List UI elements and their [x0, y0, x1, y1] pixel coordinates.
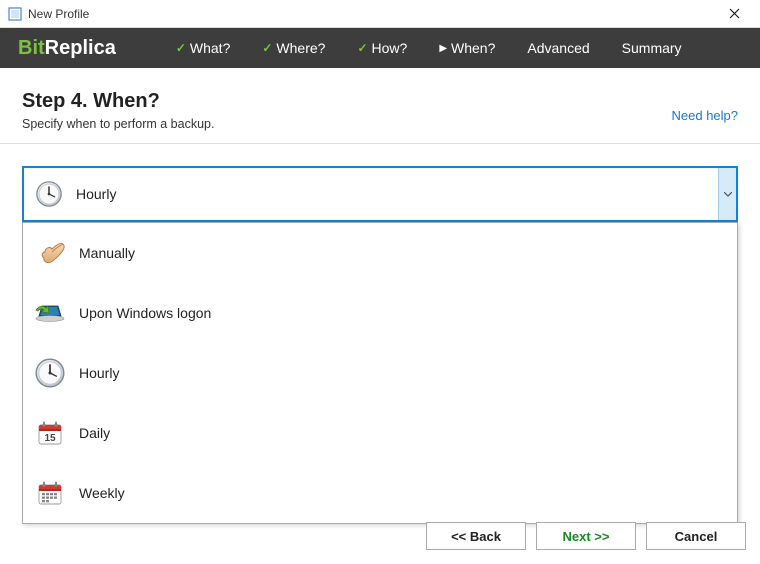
title-bar-left: New Profile	[8, 7, 89, 21]
option-label: Upon Windows logon	[79, 305, 211, 321]
schedule-combobox[interactable]: Hourly	[22, 166, 738, 222]
arrow-right-icon: ▶	[439, 43, 447, 54]
option-label: Weekly	[79, 485, 125, 501]
option-logon[interactable]: Upon Windows logon	[23, 283, 737, 343]
option-weekly[interactable]: Weekly	[23, 463, 737, 523]
step-title: Step 4. When?	[22, 90, 738, 113]
nav-label: What?	[190, 40, 230, 56]
clock-icon	[34, 179, 64, 209]
nav-label: When?	[451, 40, 495, 56]
nav-label: Where?	[276, 40, 325, 56]
logo-bit: Bit	[18, 37, 45, 59]
check-icon: ✓	[176, 41, 186, 55]
nav-label: Summary	[622, 40, 682, 56]
nav-where[interactable]: ✓ Where?	[250, 32, 337, 64]
chevron-down-icon[interactable]	[718, 168, 736, 220]
next-button[interactable]: Next >>	[536, 522, 636, 550]
nav-summary[interactable]: Summary	[610, 32, 694, 64]
schedule-dropdown-list: Manually Upon Windows logon	[22, 222, 738, 524]
combo-selected-label: Hourly	[76, 186, 116, 202]
nav-advanced[interactable]: Advanced	[515, 32, 601, 64]
close-button[interactable]	[716, 2, 752, 26]
step-header: Step 4. When? Specify when to perform a …	[0, 68, 760, 144]
app-icon	[8, 7, 22, 21]
nav-what[interactable]: ✓ What?	[164, 32, 243, 64]
step-subtitle: Specify when to perform a backup.	[22, 117, 738, 131]
option-daily[interactable]: 15 Daily	[23, 403, 737, 463]
option-manually[interactable]: Manually	[23, 223, 737, 283]
calendar-week-icon	[33, 476, 67, 510]
check-icon: ✓	[262, 41, 272, 55]
check-icon: ✓	[357, 41, 367, 55]
hand-point-icon	[33, 236, 67, 270]
window-title: New Profile	[28, 7, 89, 21]
option-label: Manually	[79, 245, 135, 261]
nav-when[interactable]: ▶ When?	[427, 32, 507, 64]
nav-how[interactable]: ✓ How?	[345, 32, 419, 64]
nav-label: How?	[372, 40, 408, 56]
title-bar: New Profile	[0, 0, 760, 28]
cancel-button[interactable]: Cancel	[646, 522, 746, 550]
svg-text:15: 15	[44, 433, 56, 444]
option-label: Daily	[79, 425, 110, 441]
nav-label: Advanced	[527, 40, 589, 56]
laptop-arrow-icon	[33, 296, 67, 330]
app-logo: BitReplica	[18, 37, 116, 60]
need-help-link[interactable]: Need help?	[672, 108, 739, 123]
nav-steps: ✓ What? ✓ Where? ✓ How? ▶ When? Advanced…	[164, 32, 748, 64]
header-nav: BitReplica ✓ What? ✓ Where? ✓ How? ▶ Whe…	[0, 28, 760, 68]
calendar-day-icon: 15	[33, 416, 67, 450]
back-button[interactable]: << Back	[426, 522, 526, 550]
option-label: Hourly	[79, 365, 119, 381]
logo-replica: Replica	[45, 37, 116, 59]
clock-icon	[33, 356, 67, 390]
wizard-footer: << Back Next >> Cancel	[426, 522, 746, 550]
combo-selected: Hourly	[24, 168, 718, 220]
option-hourly[interactable]: Hourly	[23, 343, 737, 403]
main-content: Hourly Manually	[0, 144, 760, 244]
